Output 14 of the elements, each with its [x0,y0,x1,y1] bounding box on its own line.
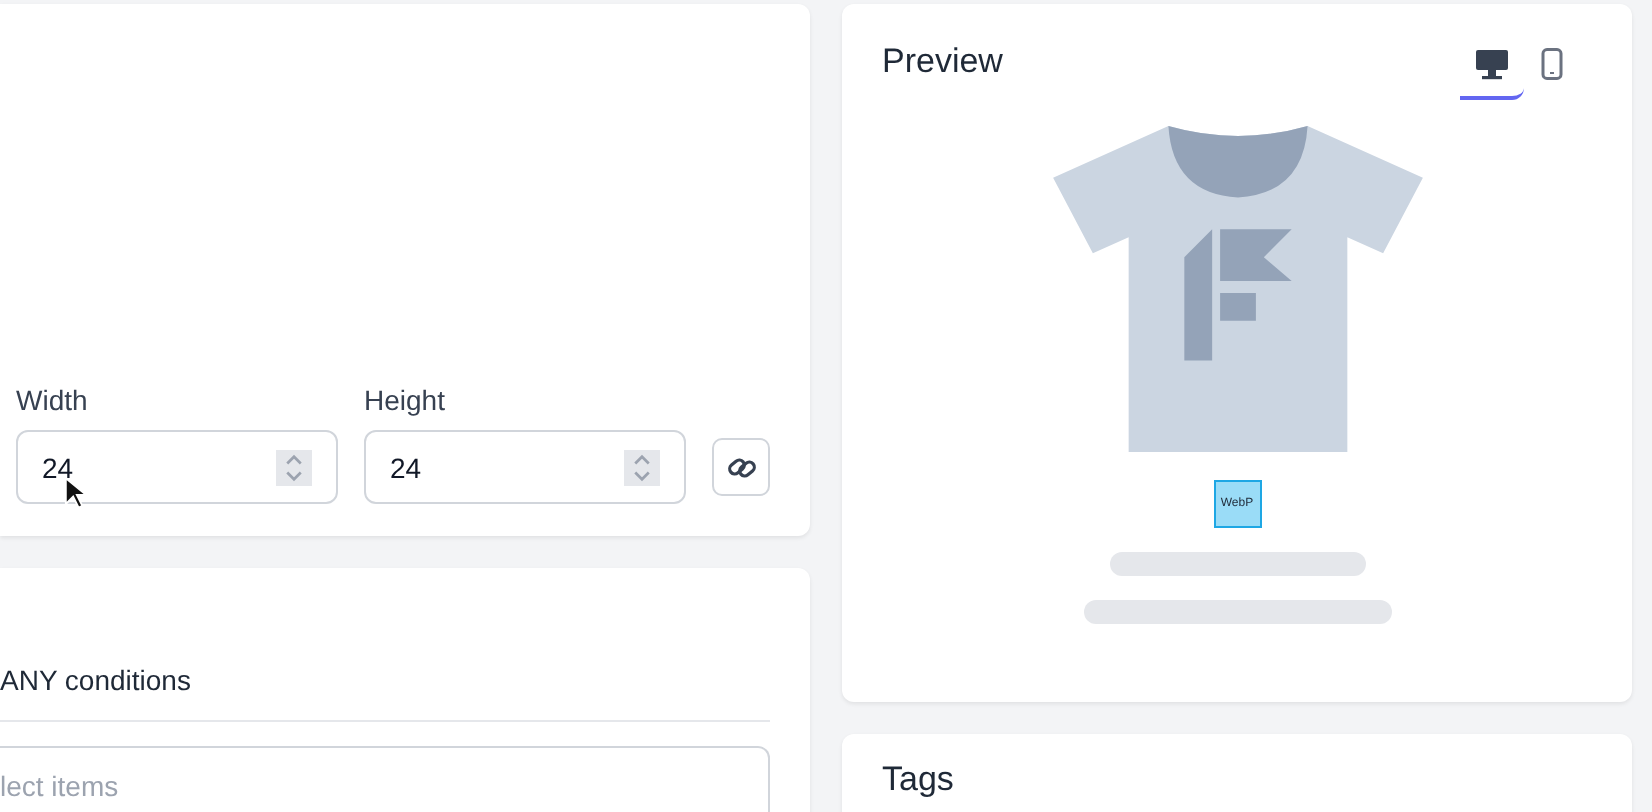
mouse-cursor-icon [64,476,86,510]
width-input[interactable]: 24 [16,430,338,504]
conditions-text: ANY conditions [0,664,193,698]
link-button[interactable] [712,438,770,496]
field-label: Width [16,384,90,418]
monitor-icon [1474,48,1510,80]
select-field[interactable]: lect items [0,746,770,812]
phone-icon [1540,48,1564,80]
height-input[interactable]: 24 [364,430,686,504]
tags-title: Tags [882,760,954,798]
field-label: Height [364,384,447,418]
preview-title: Preview [882,40,1003,84]
stepper-icon[interactable] [624,449,660,485]
stepper-icon[interactable] [276,449,312,485]
